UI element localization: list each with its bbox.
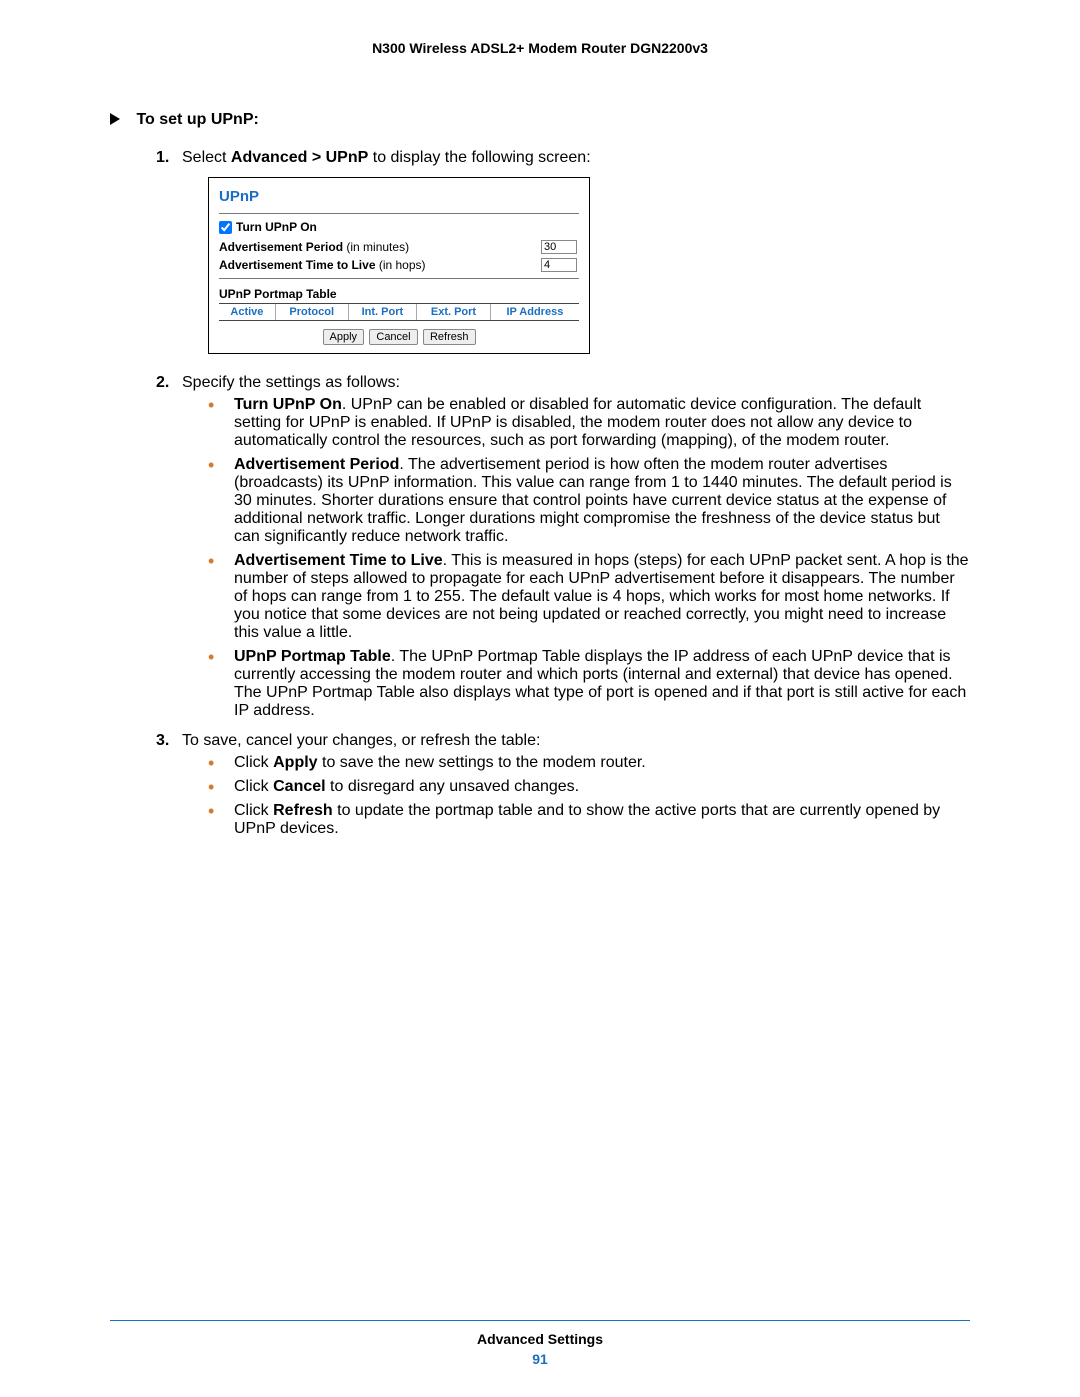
- s3a-bold: Apply: [273, 754, 317, 771]
- step-number: 2.: [156, 374, 182, 726]
- col-active: Active: [219, 304, 275, 321]
- s3a-pre: Click: [234, 754, 273, 771]
- s3c-pre: Click: [234, 802, 273, 819]
- s3a-post: to save the new settings to the modem ro…: [318, 754, 646, 771]
- b1-title: Turn UPnP On: [234, 396, 342, 413]
- col-protocol: Protocol: [275, 304, 348, 321]
- step1-post: to display the following screen:: [368, 149, 590, 166]
- bullet-refresh: • Click Refresh to update the portmap ta…: [208, 802, 970, 838]
- s3b-bold: Cancel: [273, 778, 325, 795]
- turn-upnp-on-checkbox[interactable]: [219, 221, 232, 234]
- procedure-heading: To set up UPnP:: [110, 111, 970, 129]
- refresh-button[interactable]: Refresh: [423, 329, 476, 345]
- triangle-right-icon: [110, 113, 120, 125]
- panel-title: UPnP: [219, 188, 579, 205]
- turn-upnp-on-label: Turn UPnP On: [236, 220, 317, 234]
- step-1: 1. Select Advanced > UPnP to display the…: [156, 149, 970, 368]
- cancel-button[interactable]: Cancel: [369, 329, 417, 345]
- portmap-table: Active Protocol Int. Port Ext. Port IP A…: [219, 303, 579, 321]
- ttl-input[interactable]: [541, 258, 577, 272]
- col-intport: Int. Port: [348, 304, 417, 321]
- step1-bold: Advanced > UPnP: [231, 149, 368, 166]
- step-3: 3. To save, cancel your changes, or refr…: [156, 732, 970, 844]
- bullet-icon: •: [208, 456, 234, 546]
- apply-button[interactable]: Apply: [323, 329, 365, 345]
- step-number: 1.: [156, 149, 182, 368]
- s3c-bold: Refresh: [273, 802, 333, 819]
- b2-title: Advertisement Period: [234, 456, 399, 473]
- ttl-label: Advertisement Time to Live: [219, 258, 376, 272]
- bullet-portmap: • UPnP Portmap Table. The UPnP Portmap T…: [208, 648, 970, 720]
- bullet-turn-upnp-on: • Turn UPnP On. UPnP can be enabled or d…: [208, 396, 970, 450]
- footer-section: Advanced Settings: [110, 1331, 970, 1347]
- page-footer: Advanced Settings 91: [110, 1312, 970, 1367]
- bullet-icon: •: [208, 648, 234, 720]
- bullet-cancel: • Click Cancel to disregard any unsaved …: [208, 778, 970, 796]
- ttl-unit: (in hops): [376, 258, 426, 272]
- footer-page-number: 91: [110, 1351, 970, 1367]
- col-extport: Ext. Port: [417, 304, 491, 321]
- step-2: 2. Specify the settings as follows: • Tu…: [156, 374, 970, 726]
- portmap-title: UPnP Portmap Table: [219, 287, 579, 301]
- adv-period-input[interactable]: [541, 240, 577, 254]
- doc-title: N300 Wireless ADSL2+ Modem Router DGN220…: [110, 40, 970, 56]
- procedure-title: To set up UPnP:: [136, 111, 258, 128]
- step-number: 3.: [156, 732, 182, 844]
- bullet-icon: •: [208, 396, 234, 450]
- bullet-icon: •: [208, 802, 234, 838]
- col-ipaddr: IP Address: [490, 304, 579, 321]
- step2-text: Specify the settings as follows:: [182, 374, 400, 391]
- bullet-ttl: • Advertisement Time to Live. This is me…: [208, 552, 970, 642]
- adv-period-label: Advertisement Period: [219, 240, 343, 254]
- upnp-screenshot: UPnP Turn UPnP On Advertisement Period (…: [208, 177, 590, 354]
- bullet-icon: •: [208, 778, 234, 796]
- s3b-post: to disregard any unsaved changes.: [326, 778, 580, 795]
- s3b-pre: Click: [234, 778, 273, 795]
- bullet-icon: •: [208, 552, 234, 642]
- s3c-post: to update the portmap table and to show …: [234, 802, 940, 837]
- bullet-apply: • Click Apply to save the new settings t…: [208, 754, 970, 772]
- b3-title: Advertisement Time to Live: [234, 552, 443, 569]
- b4-title: UPnP Portmap Table: [234, 648, 391, 665]
- step1-pre: Select: [182, 149, 231, 166]
- adv-period-unit: (in minutes): [343, 240, 409, 254]
- bullet-adv-period: • Advertisement Period. The advertisemen…: [208, 456, 970, 546]
- step3-text: To save, cancel your changes, or refresh…: [182, 732, 540, 749]
- bullet-icon: •: [208, 754, 234, 772]
